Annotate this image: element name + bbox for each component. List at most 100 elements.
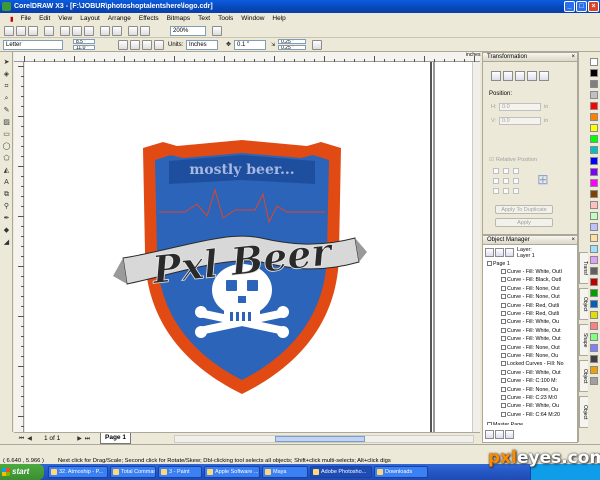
minimize-button[interactable]: _	[564, 1, 575, 12]
anchor-bc[interactable]	[503, 188, 509, 194]
menu-file[interactable]: File	[17, 15, 35, 22]
h-position-field[interactable]: 0.0	[499, 103, 541, 111]
basic-shapes-icon[interactable]: ◭	[2, 166, 11, 175]
color-swatch[interactable]	[590, 58, 598, 66]
maximize-button[interactable]: □	[576, 1, 587, 12]
apply-button[interactable]: Apply	[495, 218, 553, 227]
taskbar-button[interactable]: Adobe Photosho...	[310, 466, 372, 478]
color-swatch[interactable]	[590, 223, 598, 231]
first-page-icon[interactable]: ⏮	[18, 435, 25, 443]
vertical-ruler[interactable]	[14, 62, 24, 432]
text-tool-icon[interactable]: A	[2, 178, 11, 187]
export-icon[interactable]	[140, 26, 150, 36]
anchor-mr[interactable]	[513, 178, 519, 184]
color-swatch[interactable]	[590, 333, 598, 341]
menu-effects[interactable]: Effects	[135, 15, 163, 22]
relative-position-checkbox[interactable]: ☑	[489, 157, 494, 163]
color-swatch[interactable]	[590, 256, 598, 264]
scroll-thumb[interactable]	[275, 436, 365, 442]
interactive-tool-icon[interactable]: ⧉	[2, 190, 11, 199]
color-swatch[interactable]	[590, 91, 598, 99]
vertical-scrollbar[interactable]	[472, 62, 480, 432]
edit-across-layers-icon[interactable]	[495, 248, 504, 257]
ellipse-tool-icon[interactable]: ◯	[2, 142, 11, 151]
portrait-icon[interactable]	[118, 40, 128, 50]
menu-tools[interactable]: Tools	[214, 15, 237, 22]
color-swatch[interactable]	[590, 212, 598, 220]
object-list-item[interactable]: Curve - Fill: Red, Outli	[501, 302, 559, 310]
menu-bitmaps[interactable]: Bitmaps	[163, 15, 194, 22]
object-list-item[interactable]: Page 1	[487, 260, 510, 268]
object-list-item[interactable]: Curve - Fill: C:64 M:20	[501, 411, 560, 419]
object-list-item[interactable]: Curve - Fill: C:23 M:0	[501, 394, 557, 402]
import-icon[interactable]	[128, 26, 138, 36]
zoom-tool-icon[interactable]: ⌕	[2, 94, 11, 103]
taskbar-button[interactable]: 3 - Paint	[158, 466, 202, 478]
color-swatch[interactable]	[590, 179, 598, 187]
menu-help[interactable]: Help	[268, 15, 289, 22]
nudge-distance-field[interactable]: 0.1 "	[234, 40, 266, 50]
paste-icon[interactable]	[84, 26, 94, 36]
docker-close-icon[interactable]: ×	[571, 53, 575, 62]
start-button[interactable]: start	[0, 464, 44, 480]
color-swatch[interactable]	[590, 102, 598, 110]
color-swatch[interactable]	[590, 124, 598, 132]
object-list-item[interactable]: Curve - Fill: None, Ou	[501, 386, 558, 394]
eyedropper-tool-icon[interactable]: ⚲	[2, 202, 11, 211]
menu-window[interactable]: Window	[237, 15, 268, 22]
color-swatch[interactable]	[590, 80, 598, 88]
fill-tool-icon[interactable]: ◆	[2, 226, 11, 235]
all-pages-icon[interactable]	[142, 40, 152, 50]
color-swatch[interactable]	[590, 344, 598, 352]
object-list-item[interactable]: Curve - Fill: White, Out	[501, 335, 561, 343]
new-layer-icon[interactable]	[485, 430, 494, 439]
anchor-mc[interactable]	[503, 178, 509, 184]
color-swatch[interactable]	[590, 245, 598, 253]
zoom-dropdown-icon[interactable]	[212, 26, 222, 36]
close-button[interactable]: ×	[588, 1, 599, 12]
color-swatch[interactable]	[590, 300, 598, 308]
taskbar-button[interactable]: Total Command...	[110, 466, 156, 478]
object-list-item[interactable]: Curve - Fill: None, Out	[501, 285, 560, 293]
object-list-item[interactable]: Curve - Fill: None, Ou	[501, 352, 558, 360]
skew-mode-icon[interactable]	[539, 71, 549, 81]
horizontal-scrollbar[interactable]	[174, 435, 474, 443]
page-height-field[interactable]: 11.0 "	[73, 45, 95, 50]
drawing-canvas[interactable]: mostly beer... Pxl Beer	[25, 62, 480, 432]
page-tab[interactable]: Page 1	[100, 433, 131, 444]
page-width-field[interactable]: 8.5 "	[73, 39, 95, 44]
outline-tool-icon[interactable]: ✒	[2, 214, 11, 223]
color-swatch[interactable]	[590, 267, 598, 275]
cut-icon[interactable]	[60, 26, 70, 36]
layer-manager-view-icon[interactable]	[505, 248, 514, 257]
object-list-item[interactable]: Curve - Fill: None, Out	[501, 293, 560, 301]
taskbar-button[interactable]: Maya	[262, 466, 308, 478]
open-icon[interactable]	[16, 26, 26, 36]
color-swatch[interactable]	[590, 190, 598, 198]
zoom-level-field[interactable]: 200%	[170, 26, 206, 36]
object-list-item[interactable]: Curve - Fill: Black, Outl	[501, 276, 561, 284]
object-list-item[interactable]: Curve - Fill: White, Out	[501, 327, 561, 335]
object-list-item[interactable]: Curve - Fill: White, Out	[501, 369, 561, 377]
position-mode-icon[interactable]	[491, 71, 501, 81]
v-position-field[interactable]: 0.0	[499, 117, 541, 125]
interactive-fill-icon[interactable]: ◢	[2, 238, 11, 247]
new-icon[interactable]	[4, 26, 14, 36]
show-properties-icon[interactable]	[485, 248, 494, 257]
pick-tool-icon[interactable]: ➤	[2, 58, 11, 67]
object-list-item[interactable]: Locked Curves - Fill: No	[501, 360, 564, 368]
color-swatch[interactable]	[590, 366, 598, 374]
shape-tool-icon[interactable]: ◈	[2, 70, 11, 79]
landscape-icon[interactable]	[130, 40, 140, 50]
color-swatch[interactable]	[590, 278, 598, 286]
units-select[interactable]: Inches	[186, 40, 218, 50]
object-list-item[interactable]: Curve - Fill: Red, Outli	[501, 310, 559, 318]
rectangle-tool-icon[interactable]: ▭	[2, 130, 11, 139]
anchor-br[interactable]	[513, 188, 519, 194]
color-swatch[interactable]	[590, 289, 598, 297]
color-swatch[interactable]	[590, 113, 598, 121]
delete-icon[interactable]	[505, 430, 514, 439]
menu-view[interactable]: View	[54, 15, 76, 22]
scale-mode-icon[interactable]	[515, 71, 525, 81]
rotate-mode-icon[interactable]	[503, 71, 513, 81]
